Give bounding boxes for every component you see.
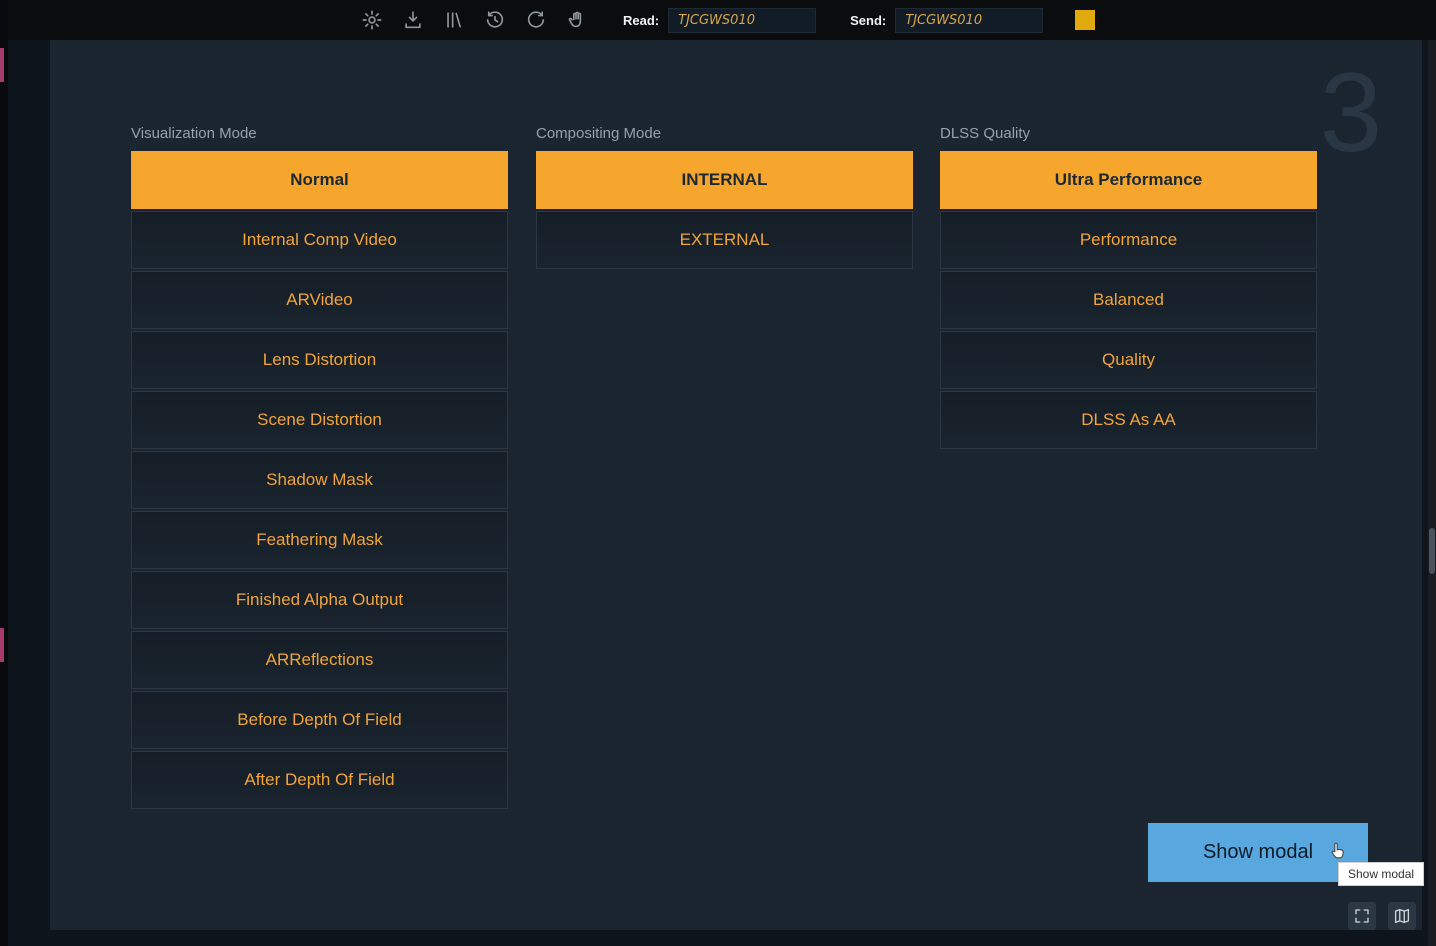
option-performance[interactable]: Performance: [940, 211, 1317, 269]
option-shadow-mask[interactable]: Shadow Mask: [131, 451, 508, 509]
library-icon[interactable]: [442, 8, 466, 32]
fullscreen-icon[interactable]: [1348, 902, 1376, 930]
scrollbar-thumb[interactable]: [1429, 528, 1435, 574]
option-internal[interactable]: INTERNAL: [536, 151, 913, 209]
edge-accent-mark: [0, 48, 4, 82]
read-input[interactable]: [668, 8, 816, 33]
group-buttons: Ultra PerformancePerformanceBalancedQual…: [940, 151, 1317, 449]
group-label: DLSS Quality: [940, 125, 1317, 142]
group-buttons: INTERNALEXTERNAL: [536, 151, 913, 269]
send-field-group: Send:: [850, 8, 1043, 33]
option-balanced[interactable]: Balanced: [940, 271, 1317, 329]
toolbar-icon-group: [360, 8, 589, 32]
pan-hand-icon[interactable]: [565, 8, 589, 32]
option-internal-comp-video[interactable]: Internal Comp Video: [131, 211, 508, 269]
group-compositing-mode: Compositing Mode INTERNALEXTERNAL: [536, 125, 913, 269]
left-edge-strip: [0, 0, 8, 946]
settings-icon[interactable]: [360, 8, 384, 32]
refresh-icon[interactable]: [524, 8, 548, 32]
right-edge-strip: [1428, 40, 1436, 946]
watermark-number: 3: [1320, 48, 1382, 177]
option-external[interactable]: EXTERNAL: [536, 211, 913, 269]
read-label: Read:: [623, 13, 659, 28]
option-feathering-mask[interactable]: Feathering Mask: [131, 511, 508, 569]
group-buttons: NormalInternal Comp VideoARVideoLens Dis…: [131, 151, 508, 809]
read-field-group: Read:: [623, 8, 816, 33]
option-scene-distortion[interactable]: Scene Distortion: [131, 391, 508, 449]
option-normal[interactable]: Normal: [131, 151, 508, 209]
toolbar: Read: Send:: [0, 0, 1436, 40]
send-label: Send:: [850, 13, 886, 28]
group-label: Compositing Mode: [536, 125, 913, 142]
history-icon[interactable]: [483, 8, 507, 32]
group-dlss-quality: DLSS Quality Ultra PerformancePerformanc…: [940, 125, 1317, 449]
app-root: Read: Send: 3 Visualization Mode NormalI…: [0, 0, 1436, 946]
send-input[interactable]: [895, 8, 1043, 33]
option-lens-distortion[interactable]: Lens Distortion: [131, 331, 508, 389]
status-indicator: [1075, 10, 1095, 30]
option-finished-alpha-output[interactable]: Finished Alpha Output: [131, 571, 508, 629]
option-after-depth-of-field[interactable]: After Depth Of Field: [131, 751, 508, 809]
show-modal-tooltip: Show modal: [1338, 862, 1424, 886]
option-arreflections[interactable]: ARReflections: [131, 631, 508, 689]
show-modal-button[interactable]: Show modal: [1148, 823, 1368, 882]
option-arvideo[interactable]: ARVideo: [131, 271, 508, 329]
main-panel: 3 Visualization Mode NormalInternal Comp…: [50, 40, 1422, 930]
group-visualization-mode: Visualization Mode NormalInternal Comp V…: [131, 125, 508, 809]
map-icon[interactable]: [1388, 902, 1416, 930]
stage: 3 Visualization Mode NormalInternal Comp…: [0, 40, 1436, 946]
option-dlss-as-aa[interactable]: DLSS As AA: [940, 391, 1317, 449]
option-ultra-performance[interactable]: Ultra Performance: [940, 151, 1317, 209]
corner-icon-group: [1348, 902, 1416, 930]
option-quality[interactable]: Quality: [940, 331, 1317, 389]
group-label: Visualization Mode: [131, 125, 508, 142]
option-before-depth-of-field[interactable]: Before Depth Of Field: [131, 691, 508, 749]
download-icon[interactable]: [401, 8, 425, 32]
edge-accent-mark: [0, 628, 4, 662]
